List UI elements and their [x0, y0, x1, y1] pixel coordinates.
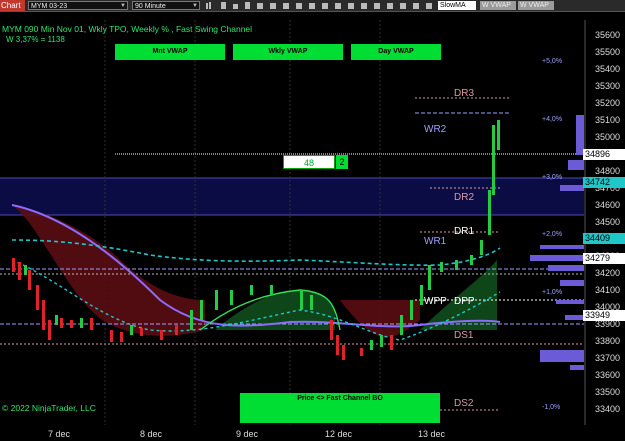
price-tick: 35400 — [595, 64, 621, 74]
price-tick: 33600 — [595, 370, 621, 380]
price-tick: 35200 — [595, 98, 621, 108]
price-tag-white: 33949 — [583, 310, 625, 321]
time-tick: 12 dec — [325, 429, 353, 439]
price-tick: 35300 — [595, 81, 621, 91]
bear-channel-fill — [12, 205, 205, 336]
price-tick: 33800 — [595, 336, 621, 346]
price-tick: 34500 — [595, 217, 621, 227]
chart-subtitle: W 3,37% = 1138 — [6, 35, 65, 44]
chart-window: Chart MYM 03-23 ▼ 90 Minute ▼ SlowMA W V… — [0, 0, 625, 441]
copyright-text: © 2022 NinjaTrader, LLC — [2, 403, 96, 413]
level-ds1: DS1 — [454, 330, 474, 341]
price-tick: 33700 — [595, 353, 621, 363]
price-tick: 33500 — [595, 387, 621, 397]
level-wr1: WR1 — [424, 236, 447, 247]
price-tag-cyan: 34409 — [583, 233, 625, 244]
pct-label: +1,0% — [542, 289, 563, 296]
price-tick: 34600 — [595, 200, 621, 210]
time-tick: 13 dec — [418, 429, 446, 439]
level-wpp: WPP — [424, 296, 447, 307]
price-tag-white: 34279 — [583, 253, 625, 264]
time-tick: 9 dec — [236, 429, 259, 439]
price-tick: 35000 — [595, 132, 621, 142]
time-tick: 8 dec — [140, 429, 163, 439]
level-wr2: WR2 — [424, 124, 447, 135]
monthly-vwap-button[interactable]: Mnt VWAP — [115, 44, 225, 60]
pct-label: +3,0% — [542, 174, 563, 181]
level-dr1: DR1 — [454, 226, 475, 237]
weekly-vwap-button[interactable]: Wkly VWAP — [233, 44, 343, 60]
day-vwap-button[interactable]: Day VWAP — [351, 44, 441, 60]
price-tick: 35500 — [595, 47, 621, 57]
price-channel-button[interactable]: Price <> Fast Channel BO — [240, 393, 440, 423]
signal-value-box: 48 — [283, 155, 335, 169]
price-chart[interactable] — [0, 0, 625, 441]
value-area-band — [0, 178, 584, 215]
pct-label: +4,0% — [542, 116, 563, 123]
pct-label: +5,0% — [542, 58, 563, 65]
price-tick: 35600 — [595, 30, 621, 40]
price-tag-cyan: 34742 — [583, 177, 625, 188]
chart-title: MYM 090 Min Nov 01, Wkly TPO, Weekly % ,… — [2, 24, 253, 34]
level-dr2: DR2 — [454, 192, 475, 203]
pct-label: +2,0% — [542, 231, 563, 238]
price-tag-last: 34896 — [583, 149, 625, 160]
pct-label: -1,0% — [542, 404, 561, 411]
time-tick: 7 dec — [48, 429, 71, 439]
price-tick: 34200 — [595, 268, 621, 278]
price-tick: 35100 — [595, 115, 621, 125]
price-tick: 33400 — [595, 404, 621, 414]
signal-level-box: 2 — [336, 155, 348, 169]
level-dr3: DR3 — [454, 88, 475, 99]
price-tick: 34800 — [595, 166, 621, 176]
level-dpp: DPP — [454, 296, 475, 307]
volume-profile — [530, 115, 584, 370]
price-tick: 34100 — [595, 285, 621, 295]
level-ds2: DS2 — [454, 398, 474, 409]
